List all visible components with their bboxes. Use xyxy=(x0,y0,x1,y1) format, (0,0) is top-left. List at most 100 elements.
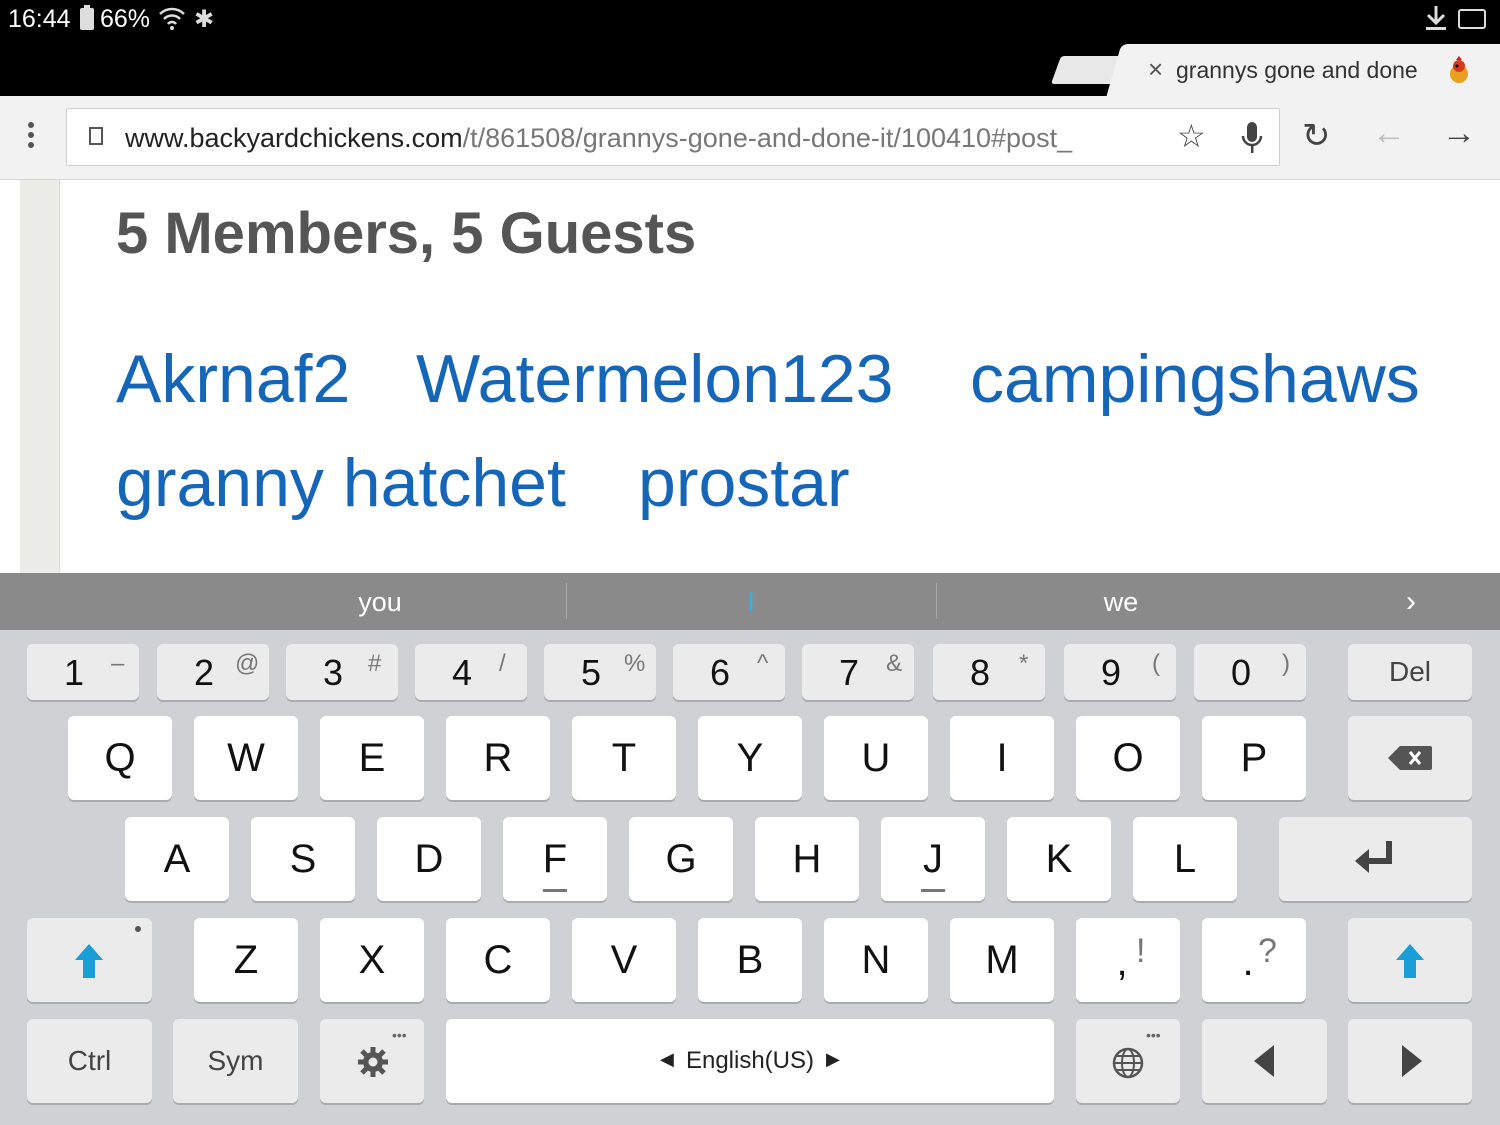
key-o[interactable]: O xyxy=(1076,716,1180,800)
right-shift-key[interactable] xyxy=(1348,918,1472,1002)
key-8[interactable]: 8 * xyxy=(933,644,1045,700)
key-x[interactable]: X xyxy=(320,918,424,1002)
enter-key[interactable] xyxy=(1279,817,1472,901)
tab-title: grannys gone and done xyxy=(1176,57,1418,83)
gear-icon xyxy=(358,1047,388,1077)
address-bar[interactable]: www.backyardchickens.com/t/861508/granny… xyxy=(66,108,1280,166)
key-u[interactable]: U xyxy=(824,716,928,800)
key-d[interactable]: D xyxy=(377,817,481,901)
key-t[interactable]: T xyxy=(572,716,676,800)
back-arrow-icon[interactable]: ← xyxy=(1372,114,1406,153)
home-row-marker xyxy=(921,889,945,892)
key-5[interactable]: 5% xyxy=(544,644,656,700)
key-7[interactable]: 7 & xyxy=(802,644,914,700)
forward-arrow-icon[interactable]: → xyxy=(1442,114,1476,153)
suggestion-strip: you I we › xyxy=(0,573,1500,630)
shift-arrow-icon xyxy=(75,944,103,978)
keyboard-icon xyxy=(1458,9,1486,29)
key-1[interactable]: 1– xyxy=(27,644,139,700)
left-shift-key[interactable] xyxy=(27,918,152,1002)
more-dots-icon: ••• xyxy=(1146,1027,1161,1043)
globe-icon xyxy=(1112,1047,1144,1079)
del-key[interactable]: Del xyxy=(1348,644,1472,700)
cursor-left-key[interactable] xyxy=(1202,1019,1327,1103)
download-icon xyxy=(1426,6,1446,30)
clock: 16:44 xyxy=(8,5,71,33)
member-link-watermelon123[interactable]: Watermelon123 xyxy=(416,340,894,418)
favicon-chicken-icon xyxy=(1450,56,1468,83)
key-period[interactable]: .? xyxy=(1202,918,1306,1002)
url-domain: www.backyardchickens.com xyxy=(125,123,463,153)
key-w[interactable]: W xyxy=(194,716,298,800)
cursor-right-key[interactable] xyxy=(1348,1019,1472,1103)
member-link-granny-hatchet[interactable]: granny hatchet xyxy=(116,444,566,522)
settings-key[interactable]: ••• xyxy=(320,1019,424,1103)
space-key[interactable]: ◀ English(US) ▶ xyxy=(446,1019,1054,1103)
key-h[interactable]: H xyxy=(755,817,859,901)
enter-icon xyxy=(1355,841,1392,873)
member-link-prostar[interactable]: prostar xyxy=(638,444,850,522)
url-path: /t/861508/grannys-gone-and-done-it/10041… xyxy=(462,123,1073,153)
key-p[interactable]: P xyxy=(1202,716,1306,800)
home-row-marker xyxy=(543,889,567,892)
bookmark-star-icon[interactable]: ☆ xyxy=(1177,117,1206,155)
key-y[interactable]: Y xyxy=(698,716,802,800)
microphone-icon[interactable] xyxy=(1241,121,1263,155)
shift-indicator-dot xyxy=(135,926,141,932)
wifi-icon xyxy=(159,7,185,30)
tab-strip: × grannys gone and done xyxy=(0,40,1500,96)
online-members-heading: 5 Members, 5 Guests xyxy=(116,201,697,266)
key-2[interactable]: 2 @ xyxy=(157,644,269,700)
space-language-label: English(US) xyxy=(685,1047,815,1074)
key-g[interactable]: G xyxy=(629,817,733,901)
tab-close-icon[interactable]: × xyxy=(1148,54,1163,85)
cursor-right-icon xyxy=(1402,1045,1422,1077)
menu-dots-icon[interactable] xyxy=(28,122,38,152)
backspace-key[interactable] xyxy=(1348,716,1472,800)
key-3[interactable]: 3 # xyxy=(286,644,398,700)
page-content: 5 Members, 5 Guests Akrnaf2 Watermelon12… xyxy=(0,180,1500,573)
suggestion-center[interactable]: I xyxy=(566,587,936,618)
key-e[interactable]: E xyxy=(320,716,424,800)
key-r[interactable]: R xyxy=(446,716,550,800)
suggestion-left[interactable]: you xyxy=(190,587,570,618)
battery-level: 66% xyxy=(100,5,151,33)
suggestion-more-icon[interactable]: › xyxy=(1396,585,1426,619)
key-k[interactable]: K xyxy=(1007,817,1111,901)
key-n[interactable]: N xyxy=(824,918,928,1002)
key-b[interactable]: B xyxy=(698,918,802,1002)
cursor-left-icon xyxy=(1254,1045,1274,1077)
language-key[interactable]: ••• xyxy=(1076,1019,1180,1103)
ctrl-key[interactable]: Ctrl xyxy=(27,1019,152,1103)
member-link-campingshaws[interactable]: campingshaws xyxy=(970,340,1420,418)
key-c[interactable]: C xyxy=(446,918,550,1002)
key-f[interactable]: F xyxy=(503,817,607,901)
key-l[interactable]: L xyxy=(1133,817,1237,901)
key-m[interactable]: M xyxy=(950,918,1054,1002)
suggestion-right[interactable]: we xyxy=(936,587,1306,618)
key-comma[interactable]: ,! xyxy=(1076,918,1180,1002)
key-4[interactable]: 4/ xyxy=(415,644,527,700)
key-z[interactable]: Z xyxy=(194,918,298,1002)
url-text[interactable]: www.backyardchickens.com/t/861508/granny… xyxy=(125,123,1167,154)
more-dots-icon: ••• xyxy=(392,1027,407,1043)
key-0[interactable]: 0) xyxy=(1194,644,1306,700)
shift-arrow-icon xyxy=(1396,944,1424,978)
browser-toolbar: www.backyardchickens.com/t/861508/granny… xyxy=(0,96,1500,180)
key-s[interactable]: S xyxy=(251,817,355,901)
tab-active[interactable]: × grannys gone and done xyxy=(1130,44,1500,96)
key-i[interactable]: I xyxy=(950,716,1054,800)
sym-key[interactable]: Sym xyxy=(173,1019,298,1103)
key-j[interactable]: J xyxy=(881,817,985,901)
bluetooth-icon: ✱ xyxy=(194,6,215,33)
key-a[interactable]: A xyxy=(125,817,229,901)
key-q[interactable]: Q xyxy=(68,716,172,800)
key-6[interactable]: 6 ^ xyxy=(673,644,785,700)
key-v[interactable]: V xyxy=(572,918,676,1002)
member-link-akrnaf2[interactable]: Akrnaf2 xyxy=(116,340,350,418)
side-border xyxy=(20,180,60,573)
reload-icon[interactable]: ↻ xyxy=(1302,116,1331,156)
status-bar: 16:44 66% ✱ xyxy=(0,0,1500,40)
page-icon xyxy=(89,127,103,145)
key-9[interactable]: 9( xyxy=(1064,644,1176,700)
